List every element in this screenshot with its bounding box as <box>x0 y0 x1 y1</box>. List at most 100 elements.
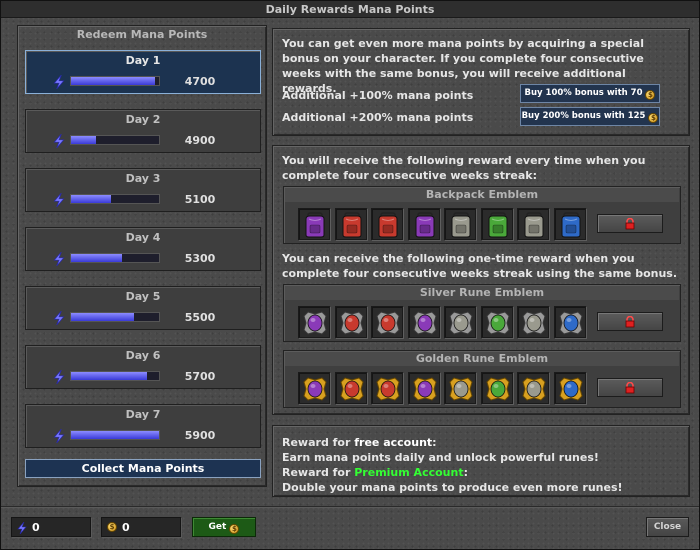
lightning-icon <box>53 311 65 325</box>
day-row-5[interactable]: Day 5 5500 <box>25 286 261 330</box>
day-row-4[interactable]: Day 4 5300 <box>25 227 261 271</box>
backpack-slot-1[interactable] <box>298 208 330 240</box>
silver-rune-slot-1[interactable] <box>298 306 330 338</box>
collect-mana-button[interactable]: Collect Mana Points <box>25 459 261 478</box>
lightning-icon <box>53 370 65 384</box>
backpack-slot-6[interactable] <box>480 208 513 240</box>
silver-lock-button[interactable] <box>597 312 663 331</box>
mana-balance: 0 <box>32 521 40 534</box>
golden-rune-slot-3[interactable] <box>371 372 403 404</box>
blue-backpack-icon <box>561 212 580 238</box>
close-button[interactable]: Close <box>646 517 689 537</box>
blue-rune-icon <box>558 311 583 335</box>
golden-rune-slot-4[interactable] <box>407 372 440 404</box>
silver-rune-slot-4[interactable] <box>407 306 440 338</box>
golden-rune-slot-7[interactable] <box>517 372 549 404</box>
silver-rune-slot-2[interactable] <box>334 306 367 338</box>
grey-rune-icon <box>449 311 473 335</box>
day-label: Day 1 <box>125 54 161 67</box>
mana-progress-bar <box>70 194 160 204</box>
silver-emblem-title: Silver Rune Emblem <box>285 286 679 300</box>
bonus-100-label: Additional +100% mana points <box>282 89 474 102</box>
silver-rune-slot-8[interactable] <box>553 306 586 338</box>
mana-progress-bar <box>70 253 160 263</box>
redeem-panel-title: Redeem Mana Points <box>76 28 208 41</box>
purple-backpack-icon <box>415 212 434 238</box>
mana-progress-fill <box>71 313 135 321</box>
bonus-panel: You can get even more mana points by acq… <box>272 28 690 136</box>
lock-icon <box>625 382 635 394</box>
backpack-slot-2[interactable] <box>334 208 367 240</box>
lightning-icon <box>53 75 65 89</box>
backpack-slot-4[interactable] <box>407 208 440 240</box>
mana-progress-fill <box>71 195 111 203</box>
day-row-6[interactable]: Day 6 5700 <box>25 345 261 389</box>
buy-100-bonus-button[interactable]: Buy 100% bonus with 70 $ <box>520 84 660 103</box>
get-label: Get <box>208 522 227 532</box>
backpack-slot-5[interactable] <box>444 208 476 240</box>
day-label: Day 4 <box>125 231 161 244</box>
silver-rune-slot-6[interactable] <box>480 306 513 338</box>
golden-emblem-box: Golden Rune Emblem <box>283 350 681 408</box>
golden-rune-slot-5[interactable] <box>444 372 476 404</box>
day-row-3[interactable]: Day 3 5100 <box>25 168 261 212</box>
buy-200-bonus-button[interactable]: Buy 200% bonus with 125 $ <box>520 107 660 126</box>
streak-panel: You will receive the following reward ev… <box>272 145 690 415</box>
green-rune-icon <box>485 377 510 401</box>
golden-rune-slot-6[interactable] <box>480 372 513 404</box>
lightning-icon <box>53 193 65 207</box>
coin-icon: $ <box>645 90 656 100</box>
premium-prefix: Reward for <box>282 466 355 479</box>
golden-lock-button[interactable] <box>597 378 663 397</box>
mana-progress-fill <box>71 372 147 380</box>
backpack-slot-7[interactable] <box>517 208 549 240</box>
grey-rune-icon <box>522 377 546 401</box>
day-mana-value: 4700 <box>184 75 216 88</box>
red-rune-icon <box>339 377 364 401</box>
day-mana-value: 5500 <box>184 311 216 324</box>
mana-progress-bar <box>70 430 160 440</box>
coin-balance: 0 <box>122 521 130 534</box>
mana-progress-bar <box>70 371 160 381</box>
premium-account-desc: Double your mana points to produce even … <box>282 481 623 494</box>
grey-backpack-icon <box>451 212 471 238</box>
mana-progress-bar <box>70 312 160 322</box>
info-text: Reward for free account: Earn mana point… <box>282 435 684 495</box>
rewards-window: Daily Rewards Mana Points Redeem Mana Po… <box>0 0 700 550</box>
streak-intro: You will receive the following reward ev… <box>282 154 646 182</box>
mana-progress-fill <box>71 254 123 262</box>
lock-icon <box>625 316 635 328</box>
silver-emblem-box: Silver Rune Emblem <box>283 284 681 342</box>
free-prefix: Reward for <box>282 436 355 449</box>
get-coins-button[interactable]: Get $ <box>192 517 256 537</box>
free-account-desc: Earn mana points daily and unlock powerf… <box>282 451 599 464</box>
silver-rune-slot-3[interactable] <box>371 306 403 338</box>
day-mana-value: 5700 <box>184 370 216 383</box>
silver-rune-slot-5[interactable] <box>444 306 476 338</box>
premium-account-label: Premium Account <box>354 466 464 479</box>
coin-balance-field: $ 0 <box>101 517 181 537</box>
lightning-icon <box>53 134 65 148</box>
golden-rune-slot-1[interactable] <box>298 372 330 404</box>
mana-progress-fill <box>71 136 96 144</box>
mana-progress-bar <box>70 76 160 86</box>
backpack-slot-8[interactable] <box>553 208 586 240</box>
free-suffix: : <box>432 436 437 449</box>
purple-rune-icon <box>303 311 327 335</box>
day-row-1[interactable]: Day 1 4700 <box>25 50 261 94</box>
red-rune-icon <box>376 311 400 335</box>
mana-progress-fill <box>71 77 155 85</box>
coin-icon: $ <box>107 522 117 532</box>
grey-backpack-icon <box>524 212 544 238</box>
backpack-lock-button[interactable] <box>597 214 663 233</box>
day-row-2[interactable]: Day 2 4900 <box>25 109 261 153</box>
lightning-icon <box>53 429 65 443</box>
backpack-slot-3[interactable] <box>371 208 403 240</box>
silver-rune-slot-7[interactable] <box>517 306 549 338</box>
golden-rune-slot-8[interactable] <box>553 372 586 404</box>
free-account-label: free account <box>354 436 433 449</box>
golden-rune-slot-2[interactable] <box>334 372 367 404</box>
green-rune-icon <box>485 311 510 335</box>
day-row-7[interactable]: Day 7 5900 <box>25 404 261 448</box>
lock-icon <box>625 218 635 230</box>
